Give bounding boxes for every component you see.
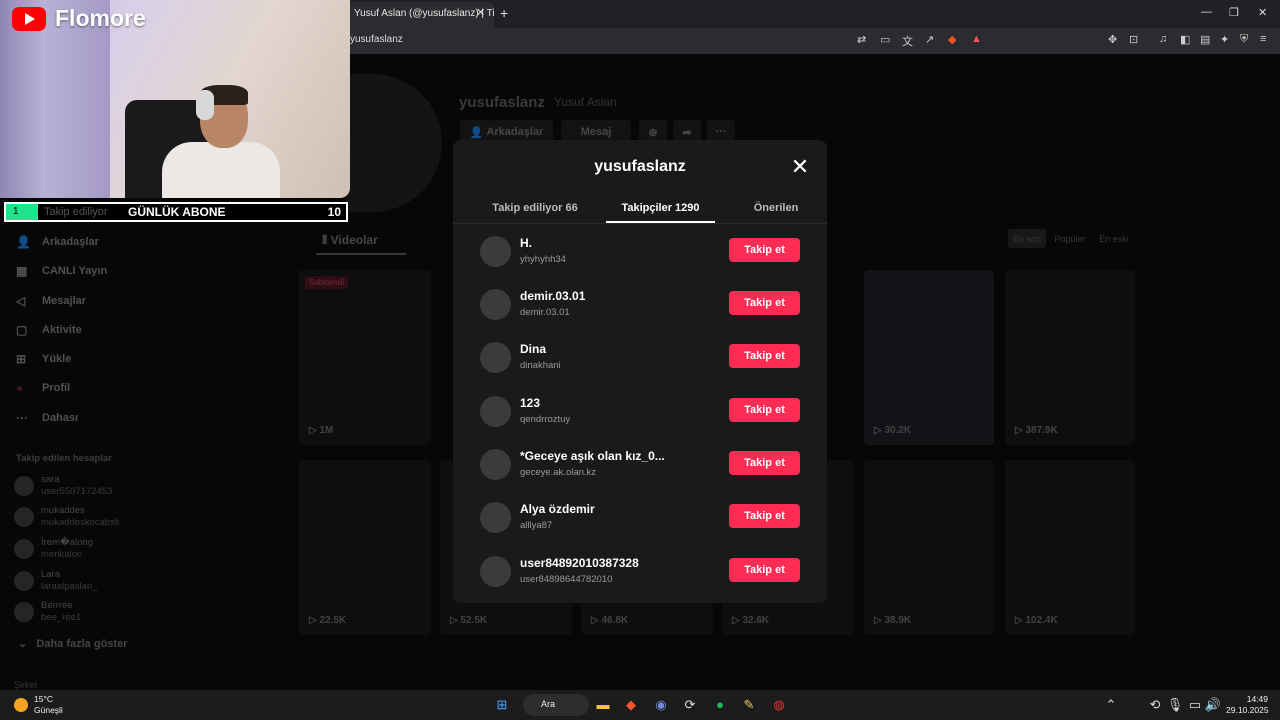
tab-indicator xyxy=(606,221,715,223)
spotify-icon[interactable]: ● xyxy=(711,696,729,714)
follower-name[interactable]: demir.03.01 xyxy=(520,289,585,303)
menu-icon[interactable]: ≡ xyxy=(1260,33,1266,45)
app-icon[interactable]: ⟳ xyxy=(681,696,699,714)
following-text: Takip ediliyor xyxy=(44,206,108,218)
discord-icon[interactable]: ◉ xyxy=(652,696,670,714)
taskbar-search[interactable]: Ara xyxy=(523,694,589,716)
clock-date: 29.10.2025 xyxy=(1226,705,1269,715)
sidebar-toggle-icon[interactable]: ◧ xyxy=(1180,33,1190,46)
vpn-icon[interactable]: ⛨ xyxy=(1240,33,1248,46)
headset xyxy=(196,90,214,120)
share-icon[interactable]: ↗ xyxy=(925,33,934,46)
youtube-logo-icon xyxy=(12,7,46,31)
follower-row[interactable]: *Geceye aşık olan kız_0... geceye.ak.ola… xyxy=(453,449,827,502)
close-icon[interactable]: ✕ xyxy=(789,156,811,178)
follower-row[interactable]: 123 qendrroztuy Takip et xyxy=(453,396,827,449)
minimize-icon[interactable]: — xyxy=(1201,6,1212,18)
follower-row[interactable]: H. yhyhyhh34 Takip et xyxy=(453,236,827,289)
follower-name[interactable]: Alya özdemir xyxy=(520,502,595,516)
translate-icon[interactable]: ⇄ xyxy=(857,33,866,46)
follow-button[interactable]: Takip et xyxy=(729,344,800,368)
leo-icon[interactable]: ✦ xyxy=(1220,33,1229,46)
goal-rank: 1 xyxy=(6,204,38,220)
follower-username: user84898644782010 xyxy=(520,574,613,585)
follower-row[interactable]: Alya özdemir alllya87 Takip et xyxy=(453,502,827,555)
streaming-app-icon[interactable]: ◍ xyxy=(770,696,788,714)
modal-title: yusufaslanz xyxy=(594,158,686,175)
pen-app-icon[interactable]: ✎ xyxy=(740,696,758,714)
avatar[interactable] xyxy=(480,556,511,587)
weather-widget[interactable]: 15°C Güneşli xyxy=(34,694,63,716)
tab-following[interactable]: Takip ediliyor 66 xyxy=(473,202,597,214)
clock-time: 14:49 xyxy=(1246,694,1268,704)
sync-icon[interactable]: ⟲ xyxy=(1146,696,1164,714)
media-icon[interactable]: ♫ xyxy=(1159,33,1167,45)
streamer-body xyxy=(162,142,280,198)
system-clock[interactable]: 14:49 29.10.2025 xyxy=(1226,694,1269,716)
brave-icon[interactable]: ◆ xyxy=(622,696,640,714)
avatar[interactable] xyxy=(480,236,511,267)
screenshot-icon[interactable]: ⊡ xyxy=(1129,33,1138,46)
follow-button[interactable]: Takip et xyxy=(729,238,800,262)
channel-brand: Flomore xyxy=(55,5,146,31)
browser-tab[interactable]: Yusuf Aslan (@yusufaslanz) | Tik xyxy=(346,2,494,28)
avatar[interactable] xyxy=(480,396,511,427)
follower-row[interactable]: demir.03.01 demir.03.01 Takip et xyxy=(453,289,827,342)
avatar[interactable] xyxy=(480,289,511,320)
brave-shield-icon[interactable]: ◆ xyxy=(948,33,956,46)
extensions-icon[interactable]: ✥ xyxy=(1108,33,1117,46)
tab-followers[interactable]: Takipçiler 1290 xyxy=(606,202,715,214)
weather-temp: 15°C xyxy=(34,694,53,704)
volume-icon[interactable]: 🔊 xyxy=(1204,696,1222,714)
tab-suggested[interactable]: Önerilen xyxy=(736,202,816,214)
follower-name[interactable]: Dina xyxy=(520,342,546,356)
follower-name[interactable]: 123 xyxy=(520,396,540,410)
rewards-icon[interactable]: ▲ xyxy=(971,33,982,45)
webcam-overlay: Flomore xyxy=(0,0,350,198)
follower-name[interactable]: *Geceye aşık olan kız_0... xyxy=(520,449,665,463)
follow-button[interactable]: Takip et xyxy=(729,504,800,528)
goal-label: GÜNLÜK ABONE xyxy=(128,205,226,219)
network-icon[interactable]: ▭ xyxy=(1186,696,1204,714)
wallet-icon[interactable]: ▤ xyxy=(1200,33,1210,46)
follower-username: alllya87 xyxy=(520,520,553,531)
tray-expand-icon[interactable]: ⌃ xyxy=(1102,696,1120,714)
goal-count: 10 xyxy=(327,205,341,219)
follower-username: dinakhani xyxy=(520,360,561,371)
tab-divider xyxy=(453,223,827,224)
subscriber-goal-bar: 1 Takip ediliyor GÜNLÜK ABONE 10 xyxy=(4,202,348,222)
language-icon[interactable]: 文 xyxy=(902,33,913,49)
follower-row[interactable]: Dina dinakhani Takip et xyxy=(453,342,827,395)
follow-button[interactable]: Takip et xyxy=(729,558,800,582)
follower-name[interactable]: H. xyxy=(520,236,532,250)
window-close-icon[interactable]: ✕ xyxy=(1258,6,1267,19)
tab-close-icon[interactable]: ✕ xyxy=(476,6,485,19)
follower-row[interactable]: user84892010387328 user84898644782010 Ta… xyxy=(453,556,827,603)
avatar[interactable] xyxy=(480,342,511,373)
weather-desc: Güneşli xyxy=(34,705,63,715)
windows-taskbar: 15°C Güneşli ⊞ Ara ▬ ◆ ◉ ⟳ ● ✎ ◍ ⌃ ⟲ 🎙 ▭ … xyxy=(0,690,1280,720)
follower-username: qendrroztuy xyxy=(520,414,571,425)
start-icon[interactable]: ⊞ xyxy=(493,696,511,714)
follower-username: yhyhyhh34 xyxy=(520,254,566,265)
follow-button[interactable]: Takip et xyxy=(729,398,800,422)
search-label: Ara xyxy=(541,699,556,709)
tab-title: Yusuf Aslan (@yusufaslanz) | Tik xyxy=(354,8,494,19)
avatar[interactable] xyxy=(480,502,511,533)
follow-button[interactable]: Takip et xyxy=(729,451,800,475)
avatar[interactable] xyxy=(480,449,511,480)
maximize-icon[interactable]: ❐ xyxy=(1229,6,1239,19)
follower-name[interactable]: user84892010387328 xyxy=(520,556,639,570)
follower-username: geceye.ak.olan.kz xyxy=(520,467,597,478)
microphone-icon[interactable]: 🎙 xyxy=(1166,696,1184,714)
url-field[interactable]: yusufaslanz xyxy=(350,34,403,45)
file-explorer-icon[interactable]: ▬ xyxy=(594,696,612,714)
follow-button[interactable]: Takip et xyxy=(729,291,800,315)
follower-username: demir.03.01 xyxy=(520,307,570,318)
followers-modal: yusufaslanz ✕ Takip ediliyor 66 Takipçil… xyxy=(453,140,827,603)
reader-icon[interactable]: ▭ xyxy=(880,33,890,46)
weather-icon[interactable] xyxy=(14,698,28,712)
new-tab-icon[interactable]: + xyxy=(500,5,508,21)
